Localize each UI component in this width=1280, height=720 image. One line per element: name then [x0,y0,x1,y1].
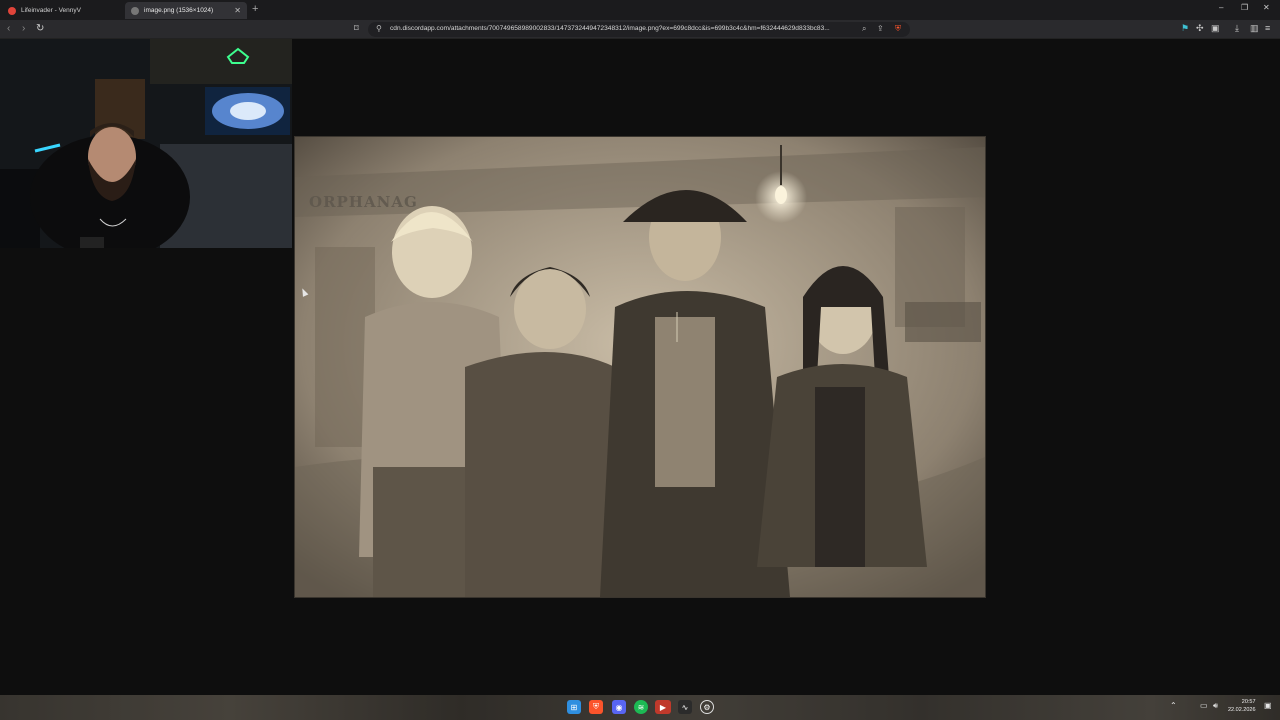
site-info-icon[interactable]: ⚲ [376,24,382,33]
brave-browser-icon[interactable]: ⛨ [589,700,603,714]
lifeinvader-favicon-icon [8,6,16,15]
tab-image[interactable]: image.png (1536×1024) ✕ [125,2,247,19]
stats-app-icon[interactable]: ∿ [678,700,692,714]
tab-title: image.png (1536×1024) [144,7,214,14]
notifications-icon[interactable]: ▣ [1264,701,1272,710]
forward-icon[interactable]: › [22,23,25,34]
reload-icon[interactable]: ↻ [36,23,44,34]
brave-shields-icon[interactable]: ⛨ [895,24,901,34]
tab-lifeinvader[interactable]: Lifeinvader - VennyV [2,2,122,19]
tab-strip: Lifeinvader - VennyV image.png (1536×102… [0,0,1280,20]
discord-icon[interactable]: ◉ [612,700,626,714]
sidebar-icon[interactable]: ▥ [1250,23,1259,34]
menu-icon[interactable]: ≡ [1265,23,1270,33]
bookmark-icon[interactable]: ⌑ [354,23,359,34]
share-icon[interactable]: ⇪ [877,24,884,33]
network-icon[interactable]: ▭ [1200,701,1208,710]
webcam-overlay [0,39,292,248]
taskbar: ⊞ ⛨ ◉ ≋ ▶ ∿ ⚙ ⌃ ▭ 🔊︎ 20:57 22.02.2026 ▣ [0,695,1280,720]
spotify-icon[interactable]: ≋ [634,700,648,714]
close-tab-icon[interactable]: ✕ [234,6,241,15]
zoom-icon[interactable]: ⌕ [862,24,866,34]
tray-chevron-icon[interactable]: ⌃ [1170,701,1177,710]
extensions-icon[interactable]: ✣ [1196,23,1204,34]
downloads-icon[interactable]: ⤓ [1235,23,1239,34]
back-icon[interactable]: ‹ [7,23,10,34]
translate-icon[interactable]: ⚑ [1181,23,1189,34]
tab-title: Lifeinvader - VennyV [21,7,81,14]
orphanage-sign: ORPHANAG [309,193,418,211]
volume-icon[interactable]: 🔊︎ [1213,701,1218,711]
browser-toolbar: ‹ › ↻ ⌑ ⚲ cdn.discordapp.com/attachments… [0,20,1280,39]
stream-app-icon[interactable]: ▶ [655,700,671,714]
settings-gear-icon[interactable]: ⚙ [700,700,714,714]
window-close-icon[interactable]: ✕ [1263,3,1270,12]
clock-time: 20:57 [1241,699,1256,705]
clock-date: 22.02.2026 [1228,707,1256,713]
tab-manager-icon[interactable]: ▣ [1211,23,1220,34]
address-bar[interactable]: ⚲ cdn.discordapp.com/attachments/7007496… [368,22,910,37]
start-windows-icon[interactable]: ⊞ [567,700,581,714]
minimize-icon[interactable]: – [1219,3,1223,12]
displayed-image: ORPHANAG [295,137,985,597]
globe-icon [131,6,139,15]
new-tab-icon[interactable]: + [252,3,258,15]
system-clock[interactable]: 20:57 22.02.2026 [1228,698,1256,714]
restore-icon[interactable]: ❐ [1241,3,1248,12]
address-text[interactable]: cdn.discordapp.com/attachments/700749658… [390,25,850,32]
